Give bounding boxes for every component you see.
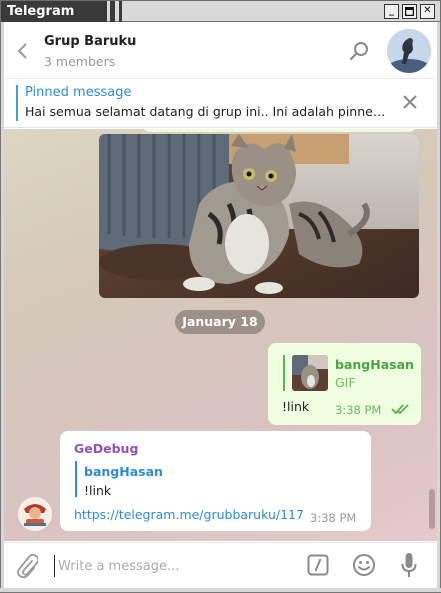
sender-avatar[interactable] — [18, 497, 52, 531]
search-icon[interactable] — [348, 40, 370, 62]
message-time: 3:38 PM — [310, 511, 357, 525]
close-window-button[interactable]: ✕ — [420, 4, 435, 19]
pinned-text: Hai semua selamat datang di grup ini.. I… — [25, 104, 386, 119]
maximize-button[interactable] — [402, 4, 417, 19]
maximize-icon — [404, 6, 415, 17]
emoji-icon[interactable] — [352, 553, 376, 577]
message-list[interactable]: January 18 bangHasan GIF !link 3:38 PM G… — [4, 129, 437, 541]
reply-author: bangHasan — [84, 464, 163, 479]
date-separator: January 18 — [175, 310, 265, 334]
member-count: 3 members — [44, 54, 116, 69]
window-frame-bottom — [0, 588, 441, 593]
chat-header: Grup Baruku 3 members — [4, 23, 437, 79]
previous-bubble-edge — [142, 129, 417, 132]
reply-thumbnail-image — [292, 355, 328, 391]
attach-icon[interactable] — [16, 553, 38, 579]
sender-name[interactable]: GeDebug — [74, 441, 138, 456]
chat-title[interactable]: Grup Baruku — [44, 34, 136, 49]
back-arrow-icon[interactable] — [16, 41, 30, 61]
window-title-box: Telegram — [1, 1, 101, 22]
message-input[interactable] — [54, 555, 294, 577]
mic-icon[interactable] — [401, 552, 417, 580]
reply-accent-bar — [75, 461, 77, 497]
double-check-icon — [391, 404, 409, 415]
group-avatar-image — [387, 29, 431, 73]
title-decoration — [101, 1, 131, 22]
group-avatar[interactable] — [387, 29, 431, 73]
cat-gif-image — [99, 134, 419, 298]
close-icon[interactable] — [402, 94, 418, 110]
message-composer — [4, 542, 437, 588]
message-time: 3:38 PM — [335, 403, 382, 417]
window-title-bar[interactable]: Telegram _ ✕ — [0, 0, 441, 22]
outgoing-message[interactable]: bangHasan GIF !link 3:38 PM — [268, 343, 421, 425]
message-link[interactable]: https://telegram.me/grubbaruku/117 — [74, 507, 304, 522]
pinned-message-bar[interactable]: Pinned message Hai semua selamat datang … — [4, 80, 437, 128]
reply-thumbnail[interactable] — [292, 355, 328, 391]
window-title: Telegram — [7, 4, 75, 19]
bot-command-icon[interactable] — [307, 554, 329, 576]
reply-author: bangHasan — [335, 357, 414, 372]
pinned-accent-bar — [16, 85, 18, 121]
minimize-button[interactable]: _ — [384, 4, 399, 19]
gif-message[interactable] — [99, 134, 419, 298]
window-frame-right — [437, 22, 441, 593]
incoming-message[interactable]: GeDebug bangHasan !link https://telegram… — [60, 431, 371, 531]
reply-text: !link — [84, 483, 112, 498]
reply-media-type: GIF — [335, 375, 356, 390]
chat-scrollbar[interactable] — [429, 489, 435, 529]
sender-avatar-image — [18, 497, 52, 531]
reply-accent-bar — [283, 355, 285, 391]
pinned-title: Pinned message — [25, 85, 132, 100]
message-text: !link — [282, 399, 310, 414]
